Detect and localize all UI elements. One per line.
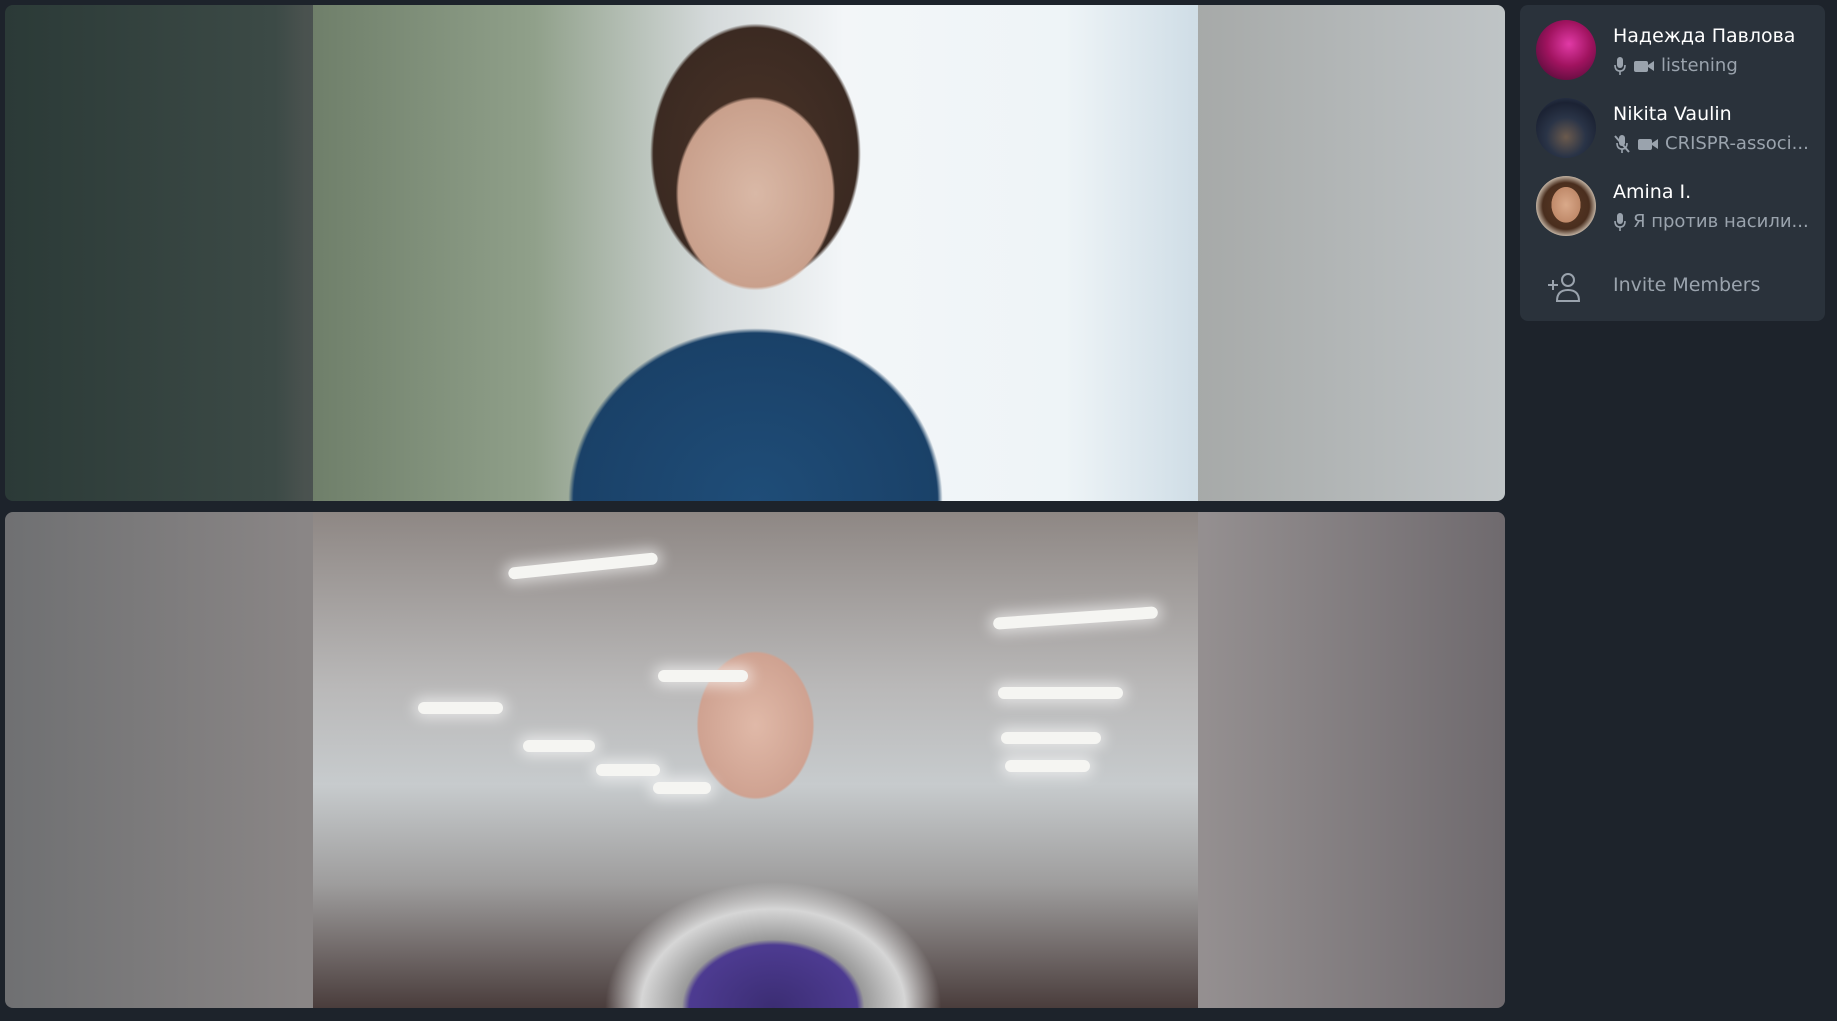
participant-status: listening [1613, 55, 1813, 76]
participant-name: Надежда Павлова [1613, 25, 1796, 47]
ceiling-lamp [653, 782, 711, 794]
camera-icon [1638, 138, 1658, 150]
participants-panel: Надежда Павлова listening Nikita Vaulin … [1520, 5, 1825, 321]
video-feed-nikita [313, 512, 1198, 1008]
ceiling-lamp [523, 740, 595, 752]
ceiling-lamp [596, 764, 660, 776]
invite-members-label: Invite Members [1613, 274, 1761, 296]
avatar [1536, 98, 1596, 158]
add-user-icon [1548, 273, 1581, 302]
microphone-icon [1614, 212, 1626, 231]
microphone-muted-icon [1614, 134, 1630, 153]
avatar [1536, 176, 1596, 236]
participant-status: CRISPR-associ... [1613, 133, 1813, 154]
ceiling-lamp [1001, 732, 1101, 744]
ceiling-lamp [992, 606, 1159, 630]
participant-nadezhda[interactable]: Надежда Павлова listening [1536, 5, 1821, 80]
video-tile-1[interactable] [5, 5, 1505, 501]
video-feed-nadezhda [313, 5, 1198, 501]
participant-name: Amina I. [1613, 181, 1692, 203]
invite-members-button[interactable]: Invite Members [1536, 267, 1821, 307]
ceiling-lamp [998, 687, 1123, 699]
participant-status: Я против насили... [1613, 211, 1813, 232]
status-text: CRISPR-associ... [1665, 133, 1809, 154]
avatar [1536, 20, 1596, 80]
status-text: Я против насили... [1633, 211, 1809, 232]
microphone-icon [1614, 56, 1626, 75]
video-tile-2[interactable] [5, 512, 1505, 1008]
participant-amina[interactable]: Amina I. Я против насили... [1536, 161, 1821, 236]
status-text: listening [1661, 55, 1738, 76]
camera-icon [1634, 60, 1654, 72]
ceiling-lamp [658, 670, 748, 682]
participant-name: Nikita Vaulin [1613, 103, 1732, 125]
ceiling-lamp [507, 552, 659, 580]
ceiling-lamp [1005, 760, 1090, 772]
participant-nikita[interactable]: Nikita Vaulin CRISPR-associ... [1536, 83, 1821, 158]
ceiling-lamp [418, 702, 503, 714]
